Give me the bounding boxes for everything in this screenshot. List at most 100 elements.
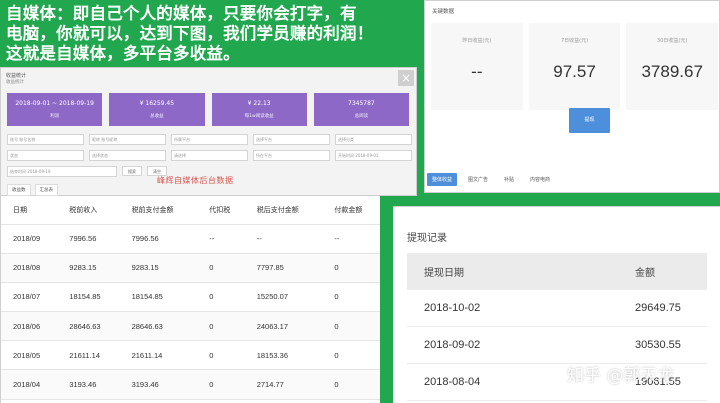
- table-cell: 0: [322, 253, 380, 283]
- table-cell: 7797.85: [244, 253, 323, 283]
- tab-ad-income[interactable]: 图文广告: [463, 173, 493, 186]
- filter-field[interactable]: 账号 账号名称: [7, 134, 84, 145]
- search-button[interactable]: 搜索: [122, 166, 142, 176]
- tab-ecommerce[interactable]: 内容电商: [525, 173, 555, 186]
- column-header: 日期: [1, 196, 58, 225]
- filter-select[interactable]: 选择分类: [335, 134, 412, 145]
- stat-cells: 昨日收益(元) -- 7日收益(元) 97.57 30日收益(元) 3789.6…: [431, 23, 719, 110]
- table-cell: 2714.77: [244, 369, 323, 400]
- table-cell: 0: [322, 369, 380, 400]
- table-cell: --: [197, 224, 245, 254]
- earnings-tabs: 收益数 汇总表: [7, 184, 58, 196]
- column-header: 税前收入: [57, 196, 120, 225]
- earnings-card: ¥ 22.13 每1w阅读收益: [211, 93, 307, 126]
- column-header: 税后支付金额: [244, 196, 323, 225]
- column-header: 提现日期: [424, 268, 464, 279]
- table-cell: 28646.63: [57, 311, 120, 342]
- table-cell: 2018/04: [1, 369, 58, 400]
- withdrawal-header: 提现日期 金额: [407, 253, 707, 290]
- tab-overall-income[interactable]: 整体收益: [427, 173, 458, 186]
- table-cell: 7996.56: [119, 224, 198, 254]
- table-cell: 28646.63: [119, 311, 198, 342]
- headline: 自媒体：即自己个人的媒体，只要你会打字，有 电脑，你就可以，达到下图，我们学员赚…: [6, 4, 416, 64]
- stat-label: 昨日收益(元): [462, 38, 492, 44]
- table-cell: --: [322, 224, 380, 254]
- filter-select[interactable]: 所属平台: [171, 134, 248, 145]
- earnings-cards: 2018-09-01 ~ 2018-09-19 利润 ¥ 16259.45 总收…: [7, 93, 409, 126]
- tax-table: 日期 税前收入 税前支付金额 代扣税 税后支付金额 付款金额 2018/09 79…: [1, 196, 380, 400]
- earnings-title: 收益统计: [6, 73, 27, 79]
- table-cell: 18154.85: [57, 282, 120, 313]
- headline-line-3: 这就是自媒体，多平台多收益。: [6, 44, 240, 63]
- card-value: ¥ 16259.45: [139, 100, 175, 107]
- table-row: 2018-10-02 29649.75: [407, 290, 707, 327]
- card-label: 总阅读: [354, 114, 369, 119]
- tax-table-panel: 日期 税前收入 税前支付金额 代扣税 税后支付金额 付款金额 2018/09 79…: [0, 196, 380, 403]
- table-row: 2018/05 21611.14 21611.14 0 18153.36 0: [1, 340, 380, 371]
- withdraw-button[interactable]: 提现: [569, 108, 610, 133]
- table-cell: 18153.36: [244, 340, 323, 371]
- zhihu-watermark: 知乎 @郭天龙: [567, 366, 675, 386]
- earnings-card: 2018-09-01 ~ 2018-09-19 利润: [7, 93, 103, 126]
- table-cell: 2018/08: [1, 253, 58, 283]
- stat-30day: 30日收益(元) 3789.67: [626, 23, 719, 110]
- stat-yesterday: 昨日收益(元) --: [431, 23, 523, 110]
- withdrawal-amount: 29649.75: [635, 302, 681, 314]
- column-header: 付款金额: [322, 196, 380, 225]
- table-row: 2018/07 18154.85 18154.85 0 15250.07 0: [1, 282, 380, 313]
- stat-value: --: [471, 62, 483, 81]
- card-value: 2018-09-01 ~ 2018-09-19: [15, 100, 94, 107]
- earnings-subtitle: 收益统计: [6, 80, 24, 85]
- card-label: 总收益: [150, 114, 164, 119]
- table-cell: 3193.46: [57, 369, 120, 400]
- stat-label: 7日收益(元): [560, 38, 589, 44]
- table-cell: 2018/05: [1, 340, 58, 371]
- card-value: ¥ 22.13: [247, 100, 271, 107]
- table-cell: 9283.15: [57, 253, 120, 283]
- table-cell: 0: [197, 282, 245, 313]
- table-cell: 2018/06: [1, 311, 58, 342]
- table-cell: 15250.07: [244, 282, 323, 313]
- table-header-row: 日期 税前收入 税前支付金额 代扣税 税后支付金额 付款金额: [1, 196, 380, 225]
- table-cell: 2018/09: [1, 224, 58, 254]
- table-row: 2018/08 9283.15 9283.15 0 7797.85 0: [1, 253, 380, 283]
- table-row: 2018/09 7996.56 7996.56 -- -- --: [1, 224, 380, 254]
- card-label: 利润: [50, 114, 60, 119]
- filter-select[interactable]: 选择状态: [89, 150, 166, 161]
- tab-subsidy[interactable]: 补贴: [499, 173, 519, 186]
- tab-earnings[interactable]: 收益数: [7, 184, 31, 196]
- column-header: 金额: [635, 268, 655, 279]
- table-row: 2018/04 3193.46 3193.46 0 2714.77 0: [1, 369, 380, 400]
- filter-select[interactable]: 选择平台: [253, 134, 330, 145]
- stat-value: 3789.67: [641, 62, 703, 81]
- withdrawal-date: 2018-09-02: [424, 339, 481, 351]
- withdrawal-title: 提现记录: [407, 233, 447, 244]
- filter-field[interactable]: 昵称 账号昵称: [89, 134, 166, 145]
- headline-line-1: 自媒体：即自己个人的媒体，只要你会打字，有: [6, 4, 357, 23]
- income-tabs: 整体收益 图文广告 补贴 内容电商: [427, 173, 555, 186]
- column-header: 代扣税: [197, 196, 245, 225]
- table-cell: --: [244, 224, 323, 254]
- key-data-title: 关键数据: [432, 9, 455, 15]
- earnings-card: ¥ 16259.45 总收益: [109, 93, 205, 126]
- start-date-field[interactable]: 开始时间 2018-09-01: [335, 150, 412, 161]
- table-cell: 18154.85: [119, 282, 198, 313]
- close-icon[interactable]: ×: [398, 70, 414, 86]
- table-row: 2018/06 28646.63 28646.63 0 24063.17 0: [1, 311, 380, 342]
- table-cell: 0: [197, 340, 245, 371]
- backend-watermark: 峰辉自媒体后台数据: [157, 176, 234, 185]
- withdrawal-date: 2018-08-04: [424, 376, 481, 388]
- tab-summary[interactable]: 汇总表: [34, 184, 58, 196]
- earnings-panel: 收益统计 收益统计 × 2018-09-01 ~ 2018-09-19 利润 ¥…: [0, 67, 417, 196]
- table-cell: 0: [197, 253, 245, 283]
- filter-select[interactable]: 状态: [7, 150, 84, 161]
- table-row: 2018-09-02 30530.55: [407, 327, 707, 364]
- card-value: 7345787: [348, 100, 375, 107]
- end-date-field[interactable]: 结束时间 2018-09-19: [7, 166, 117, 177]
- stat-label: 30日收益(元): [657, 38, 688, 44]
- filter-select[interactable]: 所在平台: [253, 150, 330, 161]
- filter-select[interactable]: 请选择: [171, 150, 248, 161]
- table-cell: 0: [197, 311, 245, 342]
- stat-7day: 7日收益(元) 97.57: [528, 23, 621, 110]
- card-label: 每1w阅读收益: [244, 114, 274, 119]
